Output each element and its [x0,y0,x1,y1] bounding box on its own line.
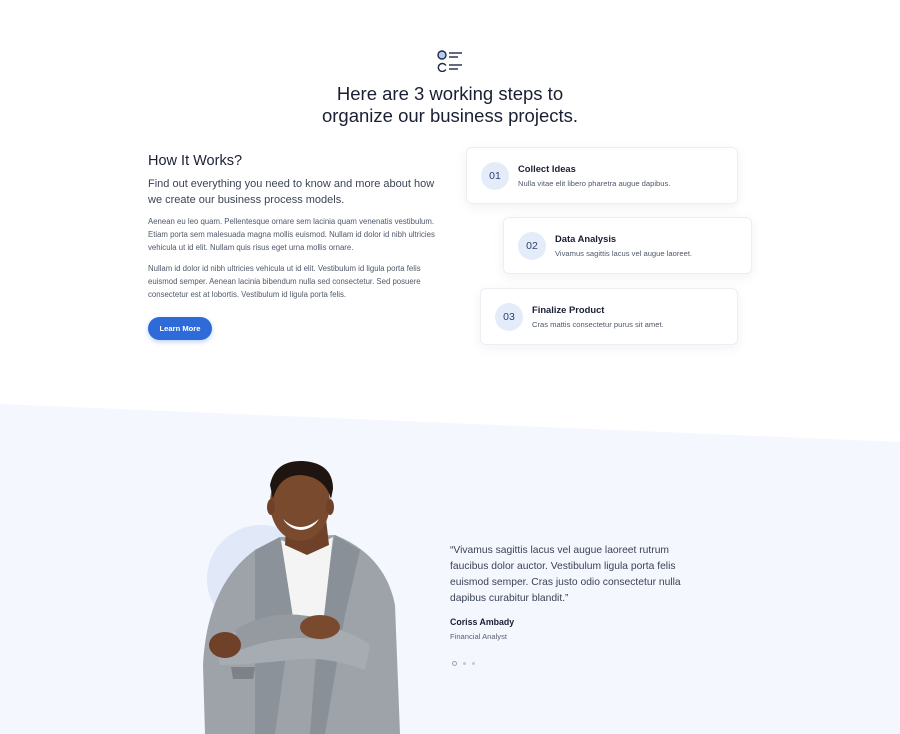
testimonial-portrait [203,460,400,734]
step-card-collect-ideas: 01 Collect Ideas Nulla vitae elit libero… [466,147,738,204]
step-number-badge: 02 [518,232,546,260]
headline-line-1: Here are 3 working steps to [336,83,564,104]
step-number-badge: 01 [481,162,509,190]
step-description: Cras mattis consectetur purus sit amet. [532,320,664,329]
steps-list-icon [437,50,462,72]
step-card-data-analysis: 02 Data Analysis Vivamus sagittis lacus … [503,217,752,274]
carousel-dot-3[interactable] [472,662,475,665]
step-title: Collect Ideas [518,163,576,174]
step-description: Nulla vitae elit libero pharetra augue d… [518,179,671,188]
learn-more-button[interactable]: Learn More [148,317,212,340]
testimonial-quote: “Vivamus sagittis lacus vel augue laoree… [450,545,681,604]
how-it-works-title: How It Works? [148,153,243,169]
how-it-works-lead: Find out everything you need to know and… [148,178,435,206]
body-paragraph-1: Aenean eu leo quam. Pellentesque ornare … [148,217,435,252]
testimonial-role: Financial Analyst [450,632,507,641]
carousel-dot-1[interactable] [452,661,457,666]
headline-line-2: organize our business projects. [321,105,579,126]
carousel-dots [452,661,475,666]
step-title: Data Analysis [555,233,617,244]
carousel-dot-2[interactable] [463,662,466,665]
step-number-badge: 03 [495,303,523,331]
body-paragraph-2: Nullam id dolor id nibh ultricies vehicu… [148,264,421,299]
step-title: Finalize Product [532,304,605,315]
step-description: Vivamus sagittis lacus vel augue laoreet… [555,249,693,258]
testimonial-author: Coriss Ambady [450,617,515,627]
step-card-finalize-product: 03 Finalize Product Cras mattis consecte… [480,288,738,345]
section-headline: Here are 3 working steps to organize our… [0,83,900,127]
